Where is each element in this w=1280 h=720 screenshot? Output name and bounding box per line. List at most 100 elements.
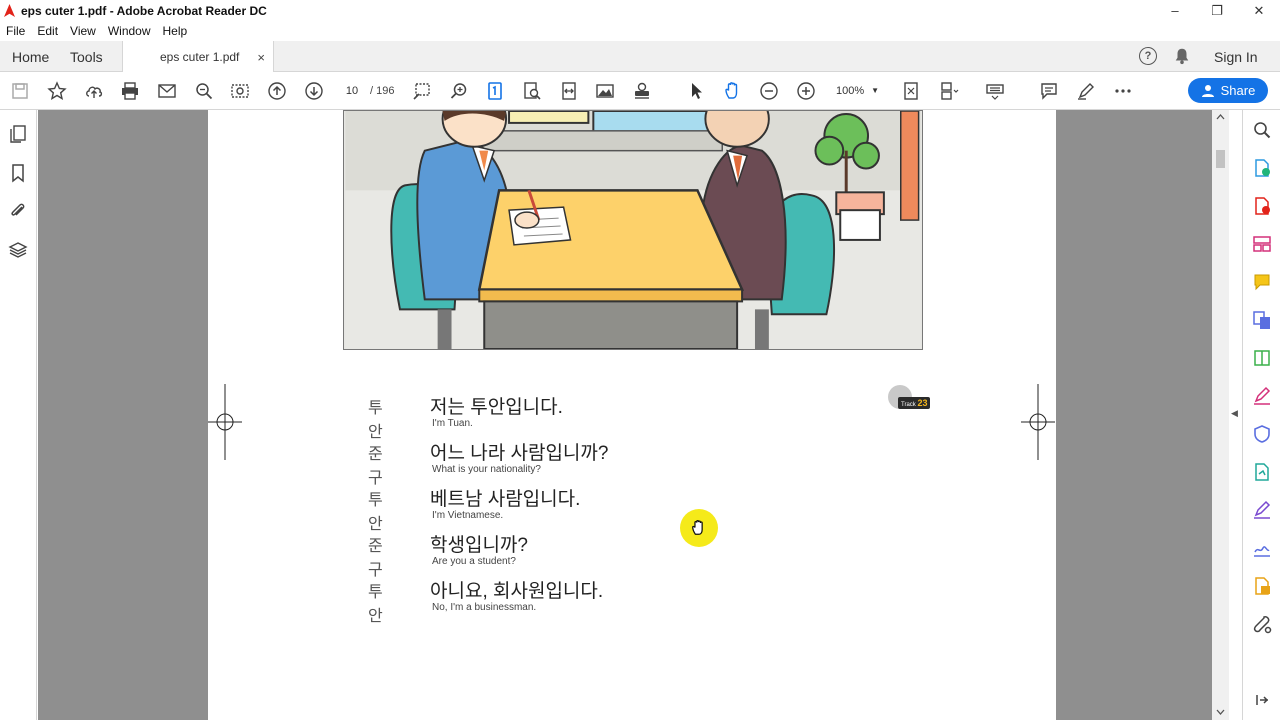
office-interview-illustration <box>343 110 923 350</box>
email-icon[interactable] <box>156 80 178 102</box>
share-label: Share <box>1220 83 1256 98</box>
scroll-mode-icon[interactable] <box>938 80 960 102</box>
organize-pages-icon[interactable] <box>1252 234 1272 254</box>
star-icon[interactable] <box>46 80 68 102</box>
acrobat-logo-icon <box>4 4 15 17</box>
korean-text: 저는 투안입니다. <box>430 397 563 418</box>
menu-bar: File Edit View Window Help <box>0 21 1280 41</box>
print-icon[interactable] <box>119 80 141 102</box>
page-thumbnails-icon[interactable] <box>8 124 28 144</box>
image-tool-icon[interactable] <box>594 80 616 102</box>
english-translation: What is your nationality? <box>432 464 541 475</box>
toolbar: 10 / 196 100% ▼ <box>0 72 1280 110</box>
keyboard-icon[interactable] <box>984 80 1006 102</box>
bell-icon[interactable] <box>1173 47 1191 65</box>
menu-window[interactable]: Window <box>108 24 151 38</box>
hand-tool-icon[interactable] <box>722 80 744 102</box>
tab-tools[interactable]: Tools <box>70 41 103 72</box>
layers-icon[interactable] <box>8 240 28 260</box>
select-arrow-icon[interactable] <box>685 80 707 102</box>
page-total: / 196 <box>370 85 395 97</box>
search-tools-icon[interactable] <box>1252 120 1272 140</box>
share-button[interactable]: Share <box>1188 78 1268 103</box>
tab-close-icon[interactable]: × <box>257 50 265 65</box>
previous-page-icon[interactable] <box>266 80 288 102</box>
snapshot-camera-icon[interactable] <box>229 80 251 102</box>
korean-text: 아니요, 회사원입니다. <box>430 581 604 602</box>
left-navigation-panel <box>0 110 37 720</box>
export-pdf-icon[interactable] <box>1252 158 1272 178</box>
fit-width-icon[interactable] <box>558 80 580 102</box>
zoom-in-icon[interactable] <box>795 80 817 102</box>
page-number-input[interactable]: 10 <box>335 80 369 102</box>
menu-edit[interactable]: Edit <box>37 24 58 38</box>
fit-page-icon[interactable] <box>900 80 922 102</box>
certificate-sign-icon[interactable] <box>1252 538 1272 558</box>
protect-shield-icon[interactable] <box>1252 424 1272 444</box>
select-area-icon[interactable] <box>411 80 433 102</box>
find-text-icon[interactable] <box>521 80 543 102</box>
english-translation: I'm Vietnamese. <box>432 510 504 521</box>
tab-document[interactable]: eps cuter 1.pdf × <box>122 41 274 73</box>
more-options-icon[interactable] <box>1112 80 1134 102</box>
speaker-name: 투 안 <box>368 584 385 625</box>
tab-home[interactable]: Home <box>12 41 49 72</box>
korean-text: 베트남 사람입니다. <box>430 489 581 510</box>
attachment-icon[interactable] <box>8 201 28 221</box>
next-page-icon[interactable] <box>303 80 325 102</box>
export-file-icon[interactable] <box>1252 576 1272 596</box>
right-tools-panel <box>1242 110 1280 720</box>
save-icon[interactable] <box>9 80 31 102</box>
right-crop-mark-icon <box>1021 384 1055 460</box>
zoom-in-magnifier-icon[interactable] <box>448 80 470 102</box>
zoom-search-icon[interactable] <box>193 80 215 102</box>
upload-cloud-icon[interactable] <box>83 80 105 102</box>
menu-help[interactable]: Help <box>163 24 188 38</box>
pen-highlight-icon[interactable] <box>1075 80 1097 102</box>
stamp-icon[interactable] <box>631 80 653 102</box>
send-for-review-icon[interactable] <box>1252 462 1272 482</box>
speaker-name: 준 구 <box>368 446 385 487</box>
scroll-down-icon[interactable] <box>1216 708 1225 716</box>
window-title: eps cuter 1.pdf - Adobe Acrobat Reader D… <box>21 3 267 18</box>
title-bar: eps cuter 1.pdf - Adobe Acrobat Reader D… <box>0 0 1280 21</box>
single-page-view-icon[interactable] <box>484 80 506 102</box>
fill-sign-icon[interactable] <box>1252 386 1272 406</box>
tab-document-label: eps cuter 1.pdf <box>160 50 240 64</box>
vertical-scrollbar[interactable] <box>1212 110 1229 720</box>
korean-text: 어느 나라 사람입니까? <box>430 443 609 464</box>
sign-pen-icon[interactable] <box>1252 500 1272 520</box>
maximize-button[interactable]: ❐ <box>1196 0 1238 21</box>
zoom-level-dropdown[interactable]: 100% ▼ <box>830 80 885 102</box>
document-viewport[interactable]: Track 23 투 안 저는 투안입니다. I'm Tuan. 준 구 어느 … <box>38 110 1212 720</box>
share-person-icon <box>1201 84 1214 97</box>
close-window-button[interactable]: ✕ <box>1238 0 1280 21</box>
bookmark-icon[interactable] <box>8 163 28 183</box>
english-translation: No, I'm a businessman. <box>432 602 537 613</box>
more-tools-wrench-icon[interactable] <box>1252 614 1272 634</box>
comment-tool-icon[interactable] <box>1252 272 1272 292</box>
scrollbar-thumb[interactable] <box>1216 150 1225 168</box>
collapse-panel-icon[interactable] <box>1252 690 1272 710</box>
combine-files-icon[interactable] <box>1252 310 1272 330</box>
speaker-name: 투 안 <box>368 492 385 533</box>
comment-icon[interactable] <box>1038 80 1060 102</box>
sign-in-link[interactable]: Sign In <box>1214 49 1258 65</box>
zoom-level-value: 100% <box>836 85 865 97</box>
edit-pdf-icon[interactable] <box>1252 348 1272 368</box>
track-label: Track 23 <box>898 397 931 409</box>
cursor-highlight <box>680 509 718 547</box>
right-panel-toggle[interactable]: ◀ <box>1231 408 1238 419</box>
english-translation: Are you a student? <box>432 556 516 567</box>
english-translation: I'm Tuan. <box>432 418 473 429</box>
tab-bar: Home Tools eps cuter 1.pdf × <box>0 41 1280 73</box>
menu-file[interactable]: File <box>6 24 25 38</box>
create-pdf-icon[interactable] <box>1252 196 1272 216</box>
zoom-out-icon[interactable] <box>758 80 780 102</box>
menu-view[interactable]: View <box>70 24 96 38</box>
minimize-button[interactable]: – <box>1154 0 1196 21</box>
pdf-page: Track 23 투 안 저는 투안입니다. I'm Tuan. 준 구 어느 … <box>208 110 1056 720</box>
help-icon[interactable]: ? <box>1139 47 1157 65</box>
speaker-name: 투 안 <box>368 400 385 441</box>
scroll-up-icon[interactable] <box>1216 113 1225 121</box>
